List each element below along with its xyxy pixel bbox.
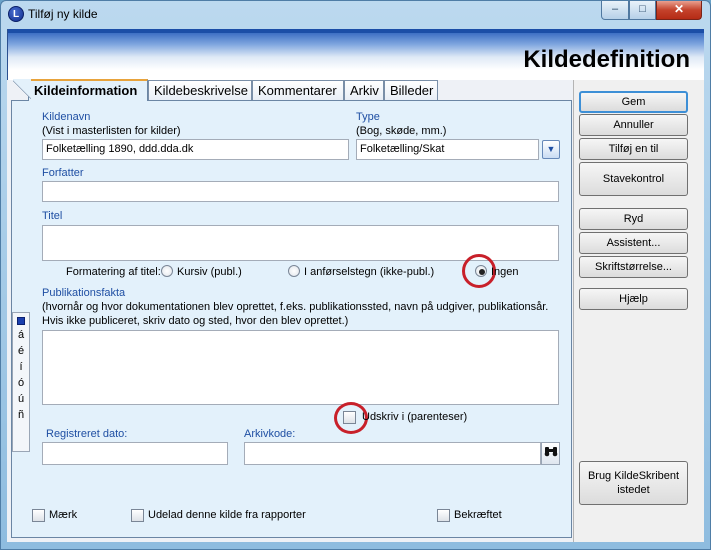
special-characters-bar: á é í ó ú ñ <box>12 312 30 452</box>
annuller-button[interactable]: Annuller <box>579 114 688 136</box>
charbar-handle[interactable] <box>17 317 25 325</box>
format-kursiv-label: Kursiv (publ.) <box>177 266 242 278</box>
window-title: Tilføj ny kilde <box>28 7 98 21</box>
brug-line-2: istedet <box>617 484 650 496</box>
formatering-label: Formatering af titel: <box>66 266 161 278</box>
pubfakta-hint-1: (hvornår og hvor dokumentationen blev op… <box>42 301 549 313</box>
pubfakta-hint-2: Hvis ikke publiceret, skriv dato og sted… <box>42 315 349 327</box>
udelad-checkbox[interactable] <box>131 509 144 522</box>
page-title: Kildedefinition <box>523 46 690 73</box>
pubfakta-input[interactable] <box>42 330 559 405</box>
maerk-label: Mærk <box>49 509 78 521</box>
maximize-button[interactable]: □ <box>629 1 656 20</box>
binoculars-icon[interactable] <box>541 442 560 465</box>
format-ingen-radio[interactable] <box>475 265 487 277</box>
brug-kildeskribent-button[interactable]: Brug KildeSkribent istedet <box>579 461 688 505</box>
format-kursiv-radio[interactable] <box>161 265 173 277</box>
titel-label: Titel <box>42 210 63 222</box>
kildenavn-hint: (Vist i masterlisten for kilder) <box>42 125 181 137</box>
tab-kommentarer[interactable]: Kommentarer <box>252 80 344 100</box>
regdato-input[interactable] <box>42 442 228 465</box>
pubfakta-label: Publikationsfakta <box>42 287 126 299</box>
regdato-label: Registreret dato: <box>46 428 128 440</box>
tab-kildebeskrivelse[interactable]: Kildebeskrivelse <box>148 80 252 100</box>
char-button[interactable]: í <box>13 359 29 375</box>
type-label: Type <box>356 111 380 123</box>
minimize-button[interactable]: ‒ <box>601 1 629 20</box>
stavekontrol-button[interactable]: Stavekontrol <box>579 162 688 196</box>
char-button[interactable]: á <box>13 327 29 343</box>
bekraeftet-checkbox[interactable] <box>437 509 450 522</box>
tab-kildeinformation[interactable]: Kildeinformation <box>13 79 148 101</box>
udskriv-label: Udskriv i (parenteser) <box>362 411 468 423</box>
char-button[interactable]: ñ <box>13 407 29 423</box>
hjaelp-button[interactable]: Hjælp <box>579 288 688 310</box>
app-logo-icon: L <box>8 6 24 22</box>
title-bar[interactable]: L Tilføj ny kilde ‒ □ ✕ <box>0 0 709 28</box>
maerk-checkbox[interactable] <box>32 509 45 522</box>
tab-arkiv[interactable]: Arkiv <box>344 80 384 100</box>
brug-line-1: Brug KildeSkribent <box>587 470 680 482</box>
gem-button[interactable]: Gem <box>579 91 688 113</box>
char-button[interactable]: ó <box>13 375 29 391</box>
forfatter-label: Forfatter <box>42 167 84 179</box>
arkivkode-input[interactable] <box>244 442 541 465</box>
header-band: Kildedefinition <box>7 29 704 80</box>
type-hint: (Bog, skøde, mm.) <box>356 125 447 137</box>
kildenavn-input[interactable]: Folketælling 1890, ddd.dda.dk <box>42 139 349 160</box>
kildenavn-label: Kildenavn <box>42 111 91 123</box>
bekraeftet-label: Bekræftet <box>454 509 502 521</box>
type-input[interactable]: Folketælling/Skat <box>356 139 539 160</box>
tab-billeder[interactable]: Billeder <box>384 80 438 100</box>
assistent-button[interactable]: Assistent... <box>579 232 688 254</box>
ryd-button[interactable]: Ryd <box>579 208 688 230</box>
close-button[interactable]: ✕ <box>656 1 702 20</box>
tilfoj-en-til-button[interactable]: Tilføj en til <box>579 138 688 160</box>
skriftstorrelse-button[interactable]: Skriftstørrelse... <box>579 256 688 278</box>
chevron-down-icon[interactable]: ▼ <box>542 140 560 159</box>
format-anfoerselstegn-radio[interactable] <box>288 265 300 277</box>
udelad-label: Udelad denne kilde fra rapporter <box>148 509 306 521</box>
forfatter-input[interactable] <box>42 181 559 202</box>
format-ingen-label: Ingen <box>491 266 519 278</box>
binoculars-icon-graphic <box>544 447 557 457</box>
format-anfoerselstegn-label: I anførselstegn (ikke-publ.) <box>304 266 435 278</box>
udskriv-checkbox[interactable] <box>343 411 356 424</box>
arkivkode-label: Arkivkode: <box>244 428 296 440</box>
char-button[interactable]: é <box>13 343 29 359</box>
char-button[interactable]: ú <box>13 391 29 407</box>
